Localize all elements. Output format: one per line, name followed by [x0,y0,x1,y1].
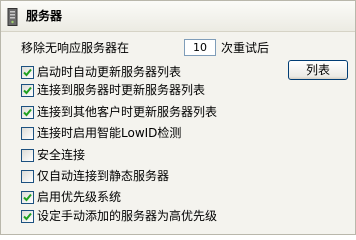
option-label: 连接到服务器时更新服务器列表 [37,83,206,97]
checkmark-icon [23,68,32,76]
checkbox[interactable] [21,65,34,79]
option-static-only[interactable]: 仅自动连接到静态服务器 [21,168,169,184]
option-update-on-connect-client[interactable]: 连接到其他客户时更新服务器列表 [21,104,217,120]
option-smart-lowid[interactable]: 连接时启用智能LowID检测 [21,125,181,141]
retry-suffix: 次重试后 [221,41,270,55]
checkmark-icon [23,108,32,116]
option-label: 安全连接 [37,148,86,162]
retry-label: 移除无响应服务器在 [21,41,130,55]
option-manual-high-priority[interactable]: 设定手动添加的服务器为高优先级 [21,208,217,224]
checkbox[interactable] [21,209,34,223]
checkbox[interactable] [21,126,34,140]
checkbox[interactable] [21,190,34,204]
checkbox[interactable] [21,83,34,97]
option-auto-update-on-start[interactable]: 启动时自动更新服务器列表 [21,64,181,80]
server-icon [7,8,18,26]
retry-count-input[interactable] [184,39,216,56]
option-label: 启用优先级系统 [37,190,122,204]
panel-title: 服务器 [26,9,63,23]
option-label: 连接时启用智能LowID检测 [37,126,182,140]
checkbox[interactable] [21,105,34,119]
panel-header: 服务器 [1,1,355,31]
checkbox[interactable] [21,169,34,183]
option-priority-system[interactable]: 启用优先级系统 [21,189,121,205]
list-button[interactable]: 列表 [288,60,348,80]
header-divider [1,31,355,32]
option-label: 设定手动添加的服务器为高优先级 [37,209,218,223]
option-update-on-connect-server[interactable]: 连接到服务器时更新服务器列表 [21,82,205,98]
checkmark-icon [23,86,32,94]
option-secure-connect[interactable]: 安全连接 [21,147,85,163]
checkmark-icon [23,193,32,201]
servers-panel: 服务器 移除无响应服务器在 次重试后 列表 启动时自动更新服务器列表 连接到服务… [0,0,356,235]
option-label: 启动时自动更新服务器列表 [37,65,182,79]
option-label: 仅自动连接到静态服务器 [37,169,170,183]
checkbox[interactable] [21,148,34,162]
option-label: 连接到其他客户时更新服务器列表 [37,105,218,119]
checkmark-icon [23,212,32,220]
